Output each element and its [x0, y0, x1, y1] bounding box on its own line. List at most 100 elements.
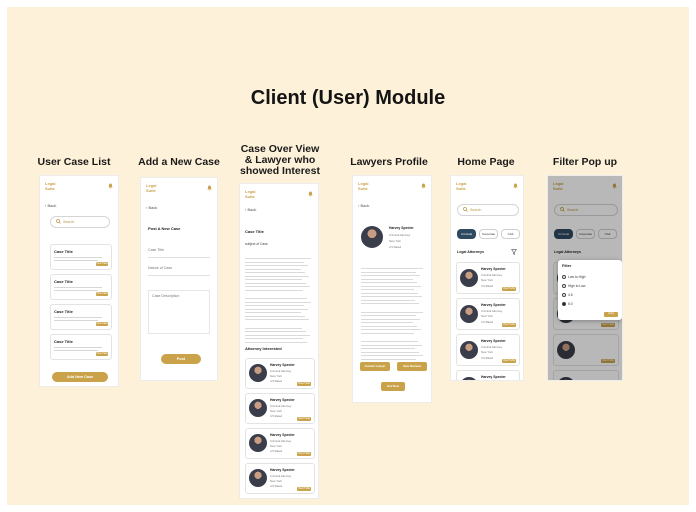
lawyer-card[interactable]: Harvey Specter Criminal Attorney New Yor…	[245, 393, 315, 424]
lawyer-role: Criminal Attorney	[270, 439, 292, 443]
back-link[interactable]: ‹ Back	[245, 207, 256, 212]
page-title: Client (User) Module	[250, 87, 446, 109]
chip-criminal[interactable]: Criminal	[457, 229, 476, 239]
text-line	[361, 318, 420, 320]
back-link[interactable]: ‹ Back	[358, 203, 369, 208]
text-line	[245, 305, 304, 306]
bell-icon[interactable]	[207, 185, 212, 191]
chip-civil[interactable]: Civil	[501, 229, 520, 239]
lawyer-rating: 4.5 Rated	[270, 414, 283, 418]
search-input[interactable]: Search	[50, 216, 110, 228]
text-line	[245, 331, 306, 332]
lawyer-card[interactable]: Harvey Specter Criminal Attorney New Yor…	[245, 428, 315, 459]
lawyer-name: Harvey Specter	[270, 363, 295, 367]
lawyer-location: New York	[481, 314, 493, 318]
view-profile-button[interactable]: View Profile	[297, 382, 311, 386]
search-icon	[56, 219, 61, 224]
chip-corporate[interactable]: Corporate	[479, 229, 498, 239]
nature-of-case-field[interactable]: Nature of Case	[148, 266, 210, 276]
filter-icon[interactable]	[511, 249, 517, 255]
column-title-add-case: Add a New Case	[138, 156, 220, 168]
lawyer-rating: 4.5 Rated	[481, 284, 494, 288]
post-button[interactable]: Post	[161, 354, 201, 364]
lawyer-card[interactable]: Harvey Specter Criminal Attorney New Yor…	[456, 298, 520, 330]
hire-now-button[interactable]: Hire Now	[381, 382, 405, 391]
view-profile-button[interactable]: View Profile	[502, 359, 516, 363]
radio-icon	[562, 293, 566, 298]
avatar	[460, 377, 478, 380]
view-profile-button[interactable]: View Profile	[502, 287, 516, 291]
view-profile-button[interactable]: View Profile	[502, 323, 516, 327]
legal-attorneys-heading: Legal Attorneys	[457, 250, 485, 254]
text-line	[361, 325, 417, 327]
text-line	[245, 289, 303, 291]
filter-option-4-5[interactable]: 4.5	[562, 293, 573, 298]
text-line	[361, 348, 415, 349]
app-logo: Legal Suite	[146, 183, 157, 193]
lawyer-rating: 4.5 Rated	[481, 356, 494, 360]
filter-option-high-to-low[interactable]: High to Low	[562, 284, 586, 289]
view-profile-button[interactable]: View Profile	[297, 452, 311, 456]
back-link[interactable]: ‹ Back	[45, 203, 56, 208]
lawyer-card[interactable]: Harvey Specter Criminal Attorney New Yor…	[456, 334, 520, 366]
back-label: Back	[360, 203, 370, 208]
case-card[interactable]: Case Title View Case	[50, 244, 112, 270]
lawyer-card[interactable]: Harvey Specter Criminal Attorney New Yor…	[245, 358, 315, 389]
filter-option-5-0[interactable]: 5.0	[562, 302, 573, 307]
option-label: High to Low	[568, 284, 586, 288]
lawyer-role: Criminal Attorney	[270, 369, 292, 373]
lawyer-card[interactable]: Harvey Specter Criminal Attorney New Yor…	[245, 463, 315, 494]
case-card[interactable]: Case Title View Case	[50, 304, 112, 330]
case-title-field[interactable]: Case Title	[148, 248, 210, 258]
bell-icon[interactable]	[513, 183, 518, 189]
form-heading: Post A New Case	[148, 226, 181, 231]
case-subject: subject of Case	[245, 242, 268, 246]
text-line	[361, 322, 413, 323]
screen-user-case-list: Legal Suite ‹ Back Search Case Title Vie…	[39, 175, 119, 387]
lawyer-name: Harvey Specter	[270, 468, 295, 472]
back-link[interactable]: ‹ Back	[146, 205, 157, 210]
screen-add-case: Legal Suite ‹ Back Post A New Case Case …	[140, 177, 218, 381]
lawyer-name: Harvey Specter	[270, 433, 295, 437]
bell-icon[interactable]	[308, 191, 313, 197]
view-case-button[interactable]: View Case	[96, 352, 108, 356]
case-card[interactable]: Case Title View Case	[50, 274, 112, 300]
text-line	[361, 329, 421, 330]
text-line	[245, 338, 303, 339]
avatar	[249, 469, 267, 487]
text-line	[245, 327, 302, 329]
text-line	[361, 332, 414, 334]
text-line	[361, 275, 420, 276]
view-case-button[interactable]: View Case	[96, 262, 108, 266]
back-label: Back	[247, 207, 257, 212]
lawyer-card[interactable]: Harvey Specter Criminal Attorney New Yor…	[456, 262, 520, 294]
bell-icon[interactable]	[421, 183, 426, 189]
avatar	[460, 269, 478, 287]
add-new-case-button[interactable]: Add New Case	[52, 372, 108, 382]
column-title-case-overview: Case Over View & Lawyer who showed Inter…	[240, 143, 320, 177]
filter-option-low-to-high[interactable]: Low to High	[562, 275, 586, 280]
lawyer-location: New York	[270, 374, 282, 378]
app-logo: Legal Suite	[245, 189, 256, 199]
text-line	[361, 285, 421, 287]
app-logo: Legal Suite	[456, 181, 467, 191]
option-label: Low to High	[568, 275, 586, 279]
view-case-button[interactable]: View Case	[96, 322, 108, 326]
contact-lawyer-button[interactable]: Contact Lawyer	[360, 362, 390, 371]
text-line	[54, 317, 102, 318]
lawyer-rating: 4.5 Rated	[481, 320, 494, 324]
lawyer-card[interactable]: Harvey Specter	[456, 370, 520, 380]
bell-icon[interactable]	[108, 183, 113, 189]
lawyer-name: Harvey Specter	[481, 303, 506, 307]
lawyer-name: Harvey Specter	[389, 226, 414, 230]
view-profile-button[interactable]: View Profile	[297, 417, 311, 421]
text-line	[54, 290, 98, 291]
view-case-button[interactable]: View Case	[96, 292, 108, 296]
case-card[interactable]: Case Title View Case	[50, 334, 112, 360]
apply-button[interactable]: Apply	[604, 312, 618, 317]
case-description-field[interactable]: Case Description	[148, 290, 210, 334]
search-input[interactable]: Search	[457, 204, 519, 216]
lawyer-rating: 4.5 Rated	[389, 245, 402, 249]
view-profile-button[interactable]: View Profile	[297, 487, 311, 491]
view-reviews-button[interactable]: View Reviews	[397, 362, 427, 371]
